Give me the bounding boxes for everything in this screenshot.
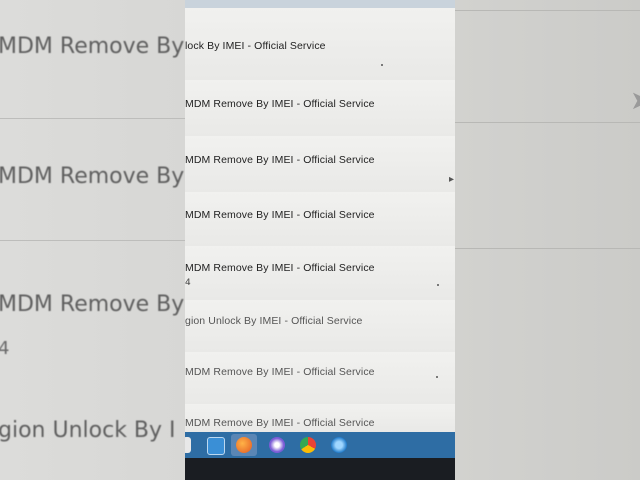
firefox-tab-active[interactable] (231, 434, 257, 456)
mouse-cursor-icon: ▸ (449, 174, 455, 185)
service-title[interactable]: MDM Remove By IMEI - Official Service (185, 262, 375, 274)
service-title[interactable]: MDM Remove By IMEI - Official Service (185, 366, 375, 378)
windows-taskbar (185, 432, 455, 458)
service-list-item[interactable]: MDM Remove By IMEI - Official Service (185, 192, 455, 247)
edge-icon[interactable] (331, 437, 347, 453)
service-list-item[interactable]: MDM Remove By IMEI - Official Service (185, 136, 455, 193)
bg-number: 4 (0, 338, 10, 359)
speck (436, 376, 438, 378)
service-list-item[interactable]: MDM Remove By IMEI - Official Service (185, 404, 455, 432)
service-subtext: 4 (185, 278, 191, 288)
chrome-icon[interactable] (300, 437, 316, 453)
divider (0, 240, 185, 241)
service-list-item[interactable]: MDM Remove By IMEI - Official Service (185, 80, 455, 137)
bg-text: MDM Remove By (0, 34, 185, 59)
speck (437, 284, 439, 286)
speck (381, 64, 383, 66)
service-title[interactable]: MDM Remove By IMEI - Official Service (185, 209, 375, 221)
divider (455, 248, 640, 249)
browser-top-strip (185, 0, 455, 8)
service-list-item[interactable]: MDM Remove By IMEI - Official Service (185, 352, 455, 405)
service-title[interactable]: lock By IMEI - Official Service (185, 40, 326, 52)
bg-text: MDM Remove By (0, 292, 185, 317)
service-title[interactable]: MDM Remove By IMEI - Official Service (185, 98, 375, 110)
service-list-item[interactable]: lock By IMEI - Official Service (185, 8, 455, 81)
service-title[interactable]: MDM Remove By IMEI - Official Service (185, 154, 375, 166)
divider (455, 122, 640, 123)
monitor-bezel (185, 458, 455, 480)
cursor-icon: ➤ (630, 86, 640, 116)
mail-icon[interactable] (207, 437, 225, 455)
background-left-blurred: MDM Remove By MDM Remove By MDM Remove B… (0, 0, 185, 480)
service-list-item[interactable]: MDM Remove By IMEI - Official Service 4 (185, 246, 455, 301)
service-title[interactable]: gion Unlock By IMEI - Official Service (185, 315, 363, 327)
bg-text: MDM Remove By (0, 164, 185, 189)
service-title[interactable]: MDM Remove By IMEI - Official Service (185, 417, 375, 429)
firefox-icon[interactable] (236, 437, 252, 453)
app-icon[interactable] (269, 437, 285, 453)
browser-page: lock By IMEI - Official Service MDM Remo… (185, 0, 455, 480)
service-list-item[interactable]: gion Unlock By IMEI - Official Service (185, 300, 455, 353)
file-explorer-icon[interactable] (185, 437, 191, 453)
divider (455, 10, 640, 11)
divider (0, 118, 185, 119)
bg-text: gion Unlock By I (0, 418, 176, 443)
background-right-blurred: ➤ (455, 0, 640, 480)
